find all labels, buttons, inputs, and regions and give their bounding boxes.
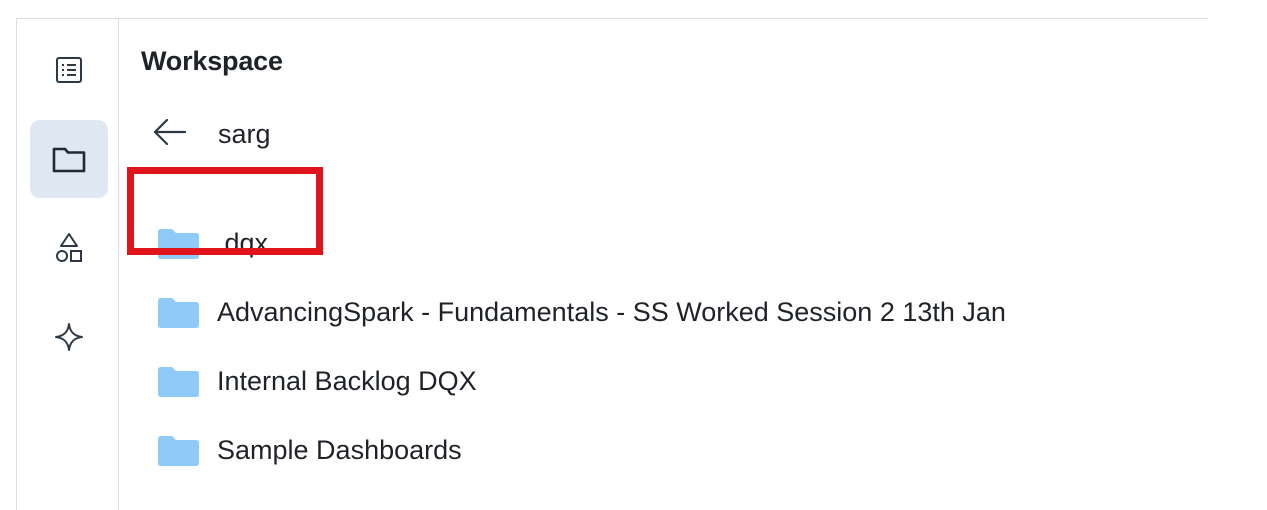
- workspace-window: Workspace sarg .dqx AdvancingSpark - Fun…: [16, 18, 1208, 510]
- folder-label: AdvancingSpark - Fundamentals - SS Worke…: [217, 297, 1006, 327]
- folder-label: Sample Dashboards: [217, 435, 462, 465]
- folder-icon: [158, 435, 199, 466]
- sidebar-rail: [17, 19, 119, 510]
- folder-label: Internal Backlog DQX: [217, 366, 477, 396]
- panel-title: Workspace: [141, 46, 283, 76]
- shapes-icon: [53, 231, 85, 265]
- folder-list: .dqx AdvancingSpark - Fundamentals - SS …: [158, 209, 1006, 485]
- sidebar-item-workspace[interactable]: [30, 120, 108, 198]
- sidebar-item-assistant[interactable]: [30, 298, 108, 376]
- folder-icon: [158, 297, 199, 328]
- sparkle-icon: [54, 322, 84, 352]
- folder-item-advancingspark[interactable]: AdvancingSpark - Fundamentals - SS Worke…: [158, 278, 1006, 347]
- workspace-panel: Workspace sarg .dqx AdvancingSpark - Fun…: [120, 19, 1208, 510]
- folder-icon: [158, 228, 199, 259]
- back-button[interactable]: [150, 114, 190, 154]
- folder-item-sample-dashboards[interactable]: Sample Dashboards: [158, 416, 1006, 485]
- sidebar-item-list[interactable]: [30, 31, 108, 109]
- folder-item-internal-backlog[interactable]: Internal Backlog DQX: [158, 347, 1006, 416]
- folder-item-dqx[interactable]: .dqx: [158, 209, 1006, 278]
- folder-label: .dqx: [217, 228, 269, 258]
- folder-icon: [158, 366, 199, 397]
- list-icon: [54, 55, 84, 85]
- breadcrumb: sarg: [150, 114, 271, 154]
- arrow-left-icon: [152, 117, 188, 152]
- sidebar-item-assets[interactable]: [30, 209, 108, 287]
- current-folder-name: sarg: [218, 118, 271, 149]
- folder-icon: [52, 145, 86, 173]
